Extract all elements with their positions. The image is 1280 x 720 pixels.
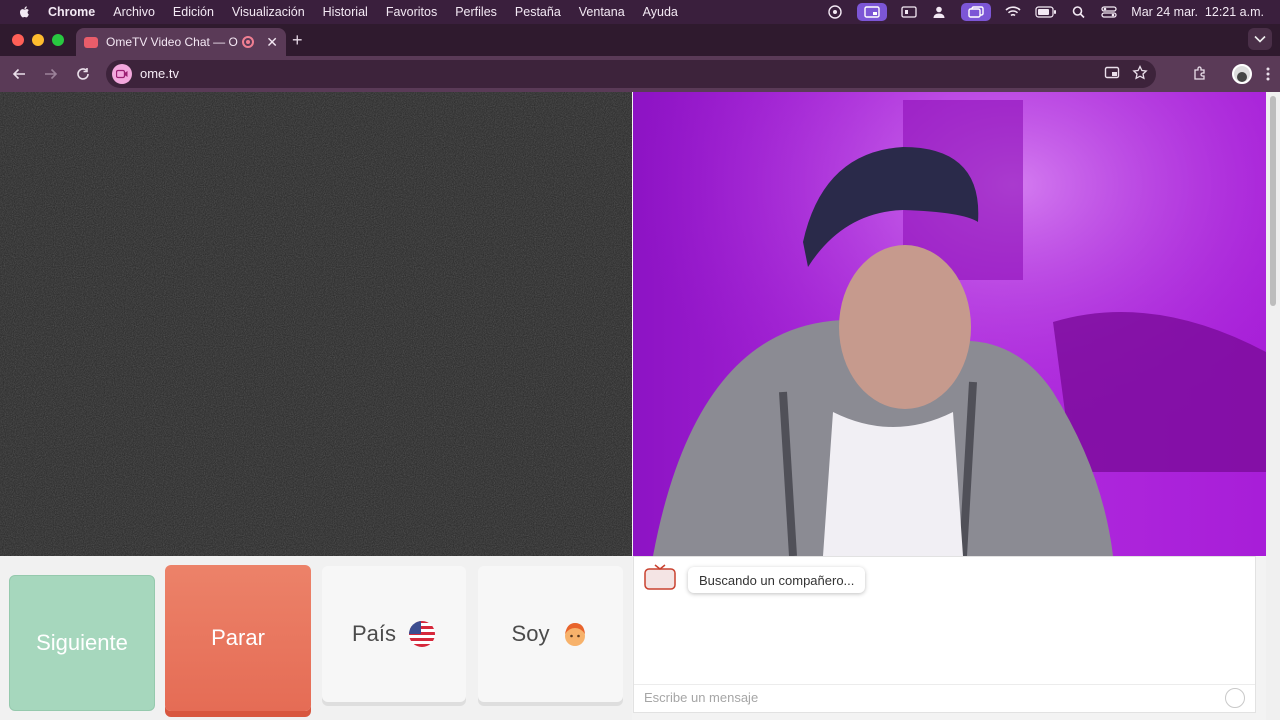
forward-button[interactable] [42,65,60,83]
chat-controls: Siguiente Parar País Soy [0,556,632,720]
window-close-button[interactable] [12,34,24,46]
user-icon[interactable] [931,5,947,19]
next-button-label: Siguiente [36,630,128,655]
creative-cloud-icon[interactable] [827,5,843,19]
new-tab-button[interactable]: + [292,31,303,49]
menu-perfiles[interactable]: Perfiles [455,5,497,19]
chat-input-row [634,684,1255,712]
ometv-page: Siguiente Parar País Soy Buscando un com… [0,92,1280,720]
menu-ayuda[interactable]: Ayuda [643,5,678,19]
window-minimize-button[interactable] [32,34,44,46]
display-icon[interactable] [901,5,917,19]
screen-mirroring-icon[interactable] [961,3,992,21]
stranger-video-static [0,92,632,556]
menu-historial[interactable]: Historial [323,5,368,19]
ometv-favicon-icon [84,36,98,48]
profile-avatar[interactable] [1232,64,1252,84]
arrow-left-icon [12,68,25,80]
screen-share-status-icon[interactable] [857,3,888,21]
tab-close-icon[interactable]: ✕ [266,34,278,51]
scrollbar-thumb[interactable] [1270,96,1276,306]
page-scrollbar[interactable] [1266,92,1280,720]
static-noise [0,92,632,556]
video-camera-icon [116,69,128,79]
menu-visualizacion[interactable]: Visualización [232,5,305,19]
tab-title: OmeTV Video Chat — Omegle [106,35,238,49]
recording-indicator-icon [242,36,255,48]
arrow-right-icon [45,68,58,80]
gender-button-label: Soy [511,621,550,646]
menubar-datetime[interactable]: Mar 24 mar. 12:21 a.m. [1131,5,1264,19]
battery-icon[interactable] [1035,5,1057,19]
menu-archivo[interactable]: Archivo [113,5,155,19]
browser-tab-strip: OmeTV Video Chat — Omegle ✕ + [0,24,1280,56]
more-menu-icon[interactable] [1266,66,1270,82]
country-filter-button[interactable]: País [322,566,466,702]
menu-edicion[interactable]: Edición [173,5,214,19]
gender-select-button[interactable]: Soy [478,566,623,702]
menu-ventana[interactable]: Ventana [579,5,625,19]
self-camera-video [633,92,1266,556]
self-camera-frame [633,92,1266,556]
chat-message-input[interactable] [644,690,1204,705]
macos-menu-bar: Chrome Archivo Edición Visualización His… [0,0,1280,24]
apple-icon[interactable] [18,5,32,19]
tab-ometv[interactable]: OmeTV Video Chat — Omegle ✕ [76,28,286,56]
menu-favoritos[interactable]: Favoritos [386,5,437,19]
us-flag-icon [409,621,436,647]
menu-pestana[interactable]: Pestaña [515,5,561,19]
next-button[interactable]: Siguiente [9,575,155,711]
cast-icon[interactable] [1104,65,1120,81]
chevron-down-icon [1254,35,1266,43]
back-button[interactable] [10,65,28,83]
stop-button-label: Parar [211,625,265,650]
site-info-icon[interactable] [112,64,132,84]
reload-icon [77,68,89,80]
chat-status-text: Buscando un compañero... [699,572,855,588]
stop-button[interactable]: Parar [165,565,311,711]
extensions-icon[interactable] [1192,66,1208,82]
bookmark-star-icon[interactable] [1132,65,1148,81]
search-icon[interactable] [1071,5,1087,19]
url-text[interactable]: ome.tv [140,66,179,81]
chat-panel: Buscando un compañero... [633,556,1256,713]
reload-button[interactable] [74,65,92,83]
address-bar[interactable]: ome.tv [106,60,1156,88]
window-zoom-button[interactable] [52,34,64,46]
boy-avatar-icon [565,623,586,646]
ometv-logo-icon [644,564,676,590]
control-center-icon[interactable] [1101,5,1117,19]
emoji-picker-icon[interactable] [1225,688,1245,708]
browser-toolbar: ome.tv [0,56,1280,92]
wifi-icon[interactable] [1005,5,1021,19]
app-name-menu[interactable]: Chrome [48,5,95,19]
tab-search-button[interactable] [1248,28,1272,50]
country-button-label: País [351,621,397,646]
chat-status-bubble: Buscando un compañero... [688,567,866,593]
